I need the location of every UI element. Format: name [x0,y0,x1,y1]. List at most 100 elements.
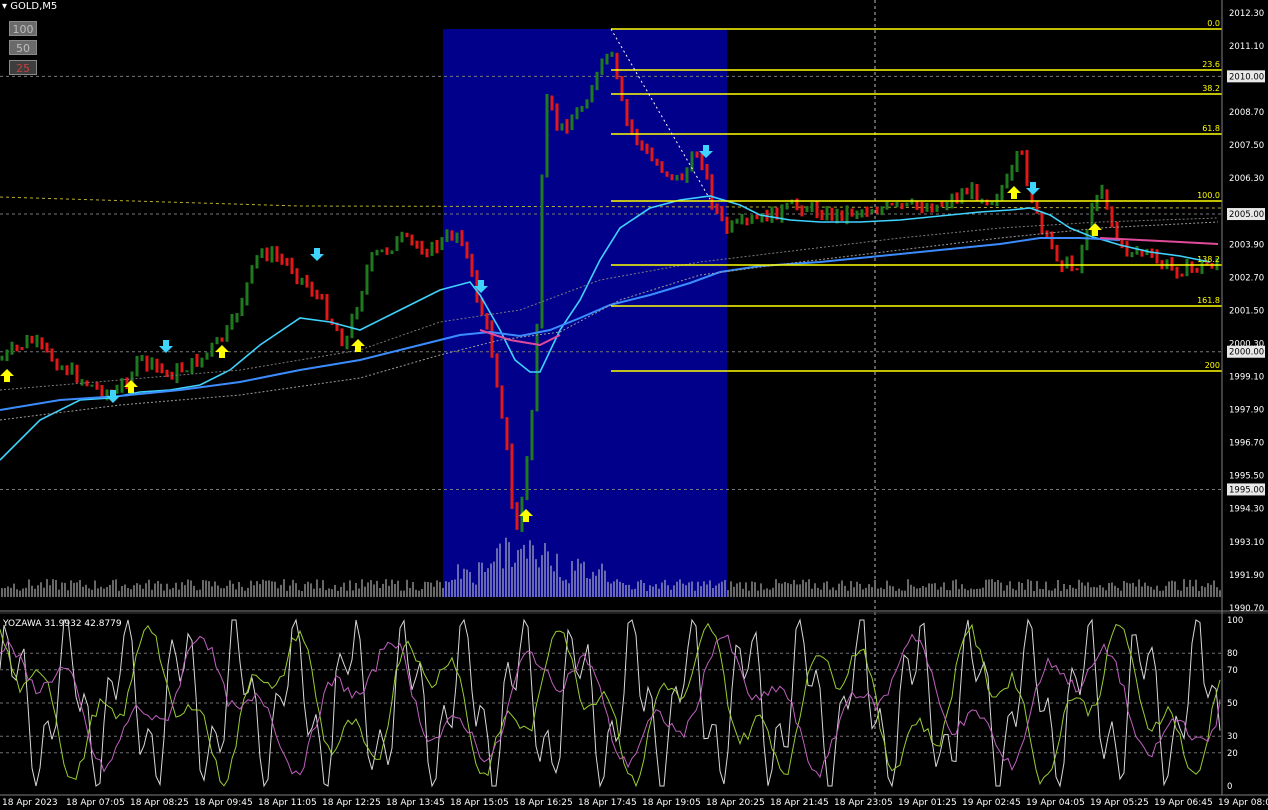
time-axis-label: 18 Apr 08:25 [130,798,189,808]
price-axis-label: 1995.50 [1229,472,1264,482]
zoom-50-button[interactable]: 50 [9,40,37,55]
bull-bar [205,352,209,360]
bear-bar [890,202,894,206]
bull-bar [1005,173,1009,189]
bear-bar [625,99,629,127]
price-axis-label: 2007.50 [1229,141,1264,151]
bear-bar [745,217,749,226]
bull-bar [685,167,689,183]
time-axis-label: 18 Apr 13:45 [386,798,445,808]
time-axis-label: 18 Apr 16:25 [514,798,573,808]
bull-bar [540,174,544,329]
bear-bar [280,253,284,265]
bull-bar [350,313,354,339]
time-axis-label: 18 Apr 23:05 [834,798,893,808]
bear-bar [385,247,389,255]
osc-scale-label: 100 [1227,616,1243,626]
time-axis-label: 18 Apr 21:45 [770,798,829,808]
bear-bar [1020,150,1024,155]
price-axis-label: 2006.30 [1229,174,1264,184]
time-axis-label: 18 Apr 11:05 [258,798,317,808]
osc-scale-label: 0 [1227,782,1232,792]
bull-bar [440,237,444,251]
bear-bar [975,184,979,201]
bull-bar [255,255,259,269]
bear-bar [290,257,294,275]
bear-bar [1060,260,1064,273]
bear-bar [465,241,469,259]
fib-level-label: 23.6 [1202,60,1220,69]
time-axis-label: 18 Apr 12:25 [322,798,381,808]
bull-bar [925,202,929,212]
price-axis-label: 1994.30 [1229,505,1264,515]
bear-bar [420,240,424,255]
bear-bar [660,161,664,173]
price-chart[interactable]: 0.023.638.261.8100.0138.2161.8200 YOZAWA… [0,0,1268,810]
price-axis-label: 2002.70 [1229,273,1264,283]
fib-level-label: 138.2 [1197,255,1220,264]
time-axis-label: 18 Apr 09:45 [194,798,253,808]
bull-bar [870,209,874,214]
bear-bar [265,247,269,262]
bear-bar [1035,201,1039,214]
fib-level-label: 0.0 [1207,19,1220,28]
bear-bar [565,119,569,134]
bull-bar [395,236,399,252]
osc-scale-label: 30 [1227,732,1238,742]
bull-bar [525,456,529,501]
bull-bar [580,105,584,112]
fib-level-label: 61.8 [1202,124,1220,133]
time-axis-label: 19 Apr 06:45 [1154,798,1213,808]
bull-bar [360,290,364,312]
bear-bar [1170,257,1174,271]
bear-bar [435,239,439,254]
bear-bar [30,335,34,344]
bull-bar [200,357,204,368]
time-axis-label: 19 Apr 08:05 [1218,798,1268,808]
bull-bar [570,114,574,131]
symbol-label[interactable]: ▾ GOLD,M5 [2,1,57,12]
bull-bar [1130,252,1134,258]
bear-bar [155,358,159,373]
osc-slow-line [0,633,1221,779]
bull-bar [240,297,244,317]
zoom-100-button[interactable]: 100 [9,21,37,36]
bear-bar [965,187,969,195]
price-axis-label: 1995.00 [1229,485,1264,495]
osc-title: YOZAWA 31.9932 42.8779 [2,619,122,629]
bull-bar [1015,151,1019,172]
oscillator-panel: YOZAWA 31.9932 42.8779 [0,610,1268,788]
bull-bar [90,384,94,387]
dropdown-triangle-icon[interactable]: ▾ [2,1,7,12]
bear-bar [1120,238,1124,249]
bull-bar [880,206,884,216]
time-axis-label: 19 Apr 04:05 [1026,798,1085,808]
bear-bar [1155,249,1159,264]
bear-bar [695,151,699,158]
fib-level-label: 38.2 [1202,84,1220,93]
bear-bar [1150,248,1154,259]
arrow-up-icon [0,369,14,382]
zoom-25-button[interactable]: 25 [9,60,37,75]
bull-bar [1085,229,1089,251]
bear-bar [1040,211,1044,235]
bull-bar [855,210,859,220]
bear-bar [405,232,409,238]
bear-bar [665,171,669,177]
price-axis-label: 1990.70 [1229,604,1264,614]
bear-bar [865,206,869,217]
price-axis-label: 2003.90 [1229,240,1264,250]
bear-bar [800,205,804,217]
bull-bar [805,206,809,213]
arrow-up-icon [1007,186,1021,199]
bull-bar [1165,259,1169,270]
bear-bar [615,52,619,80]
bull-bar [970,182,974,200]
arrow-up-icon [351,339,365,352]
arrow-down-icon [159,340,173,353]
bear-bar [275,246,279,262]
price-axis-label: 1993.10 [1229,538,1264,548]
price-axis-label: 1991.90 [1229,571,1264,581]
bear-bar [940,201,944,207]
bull-bar [810,202,814,213]
